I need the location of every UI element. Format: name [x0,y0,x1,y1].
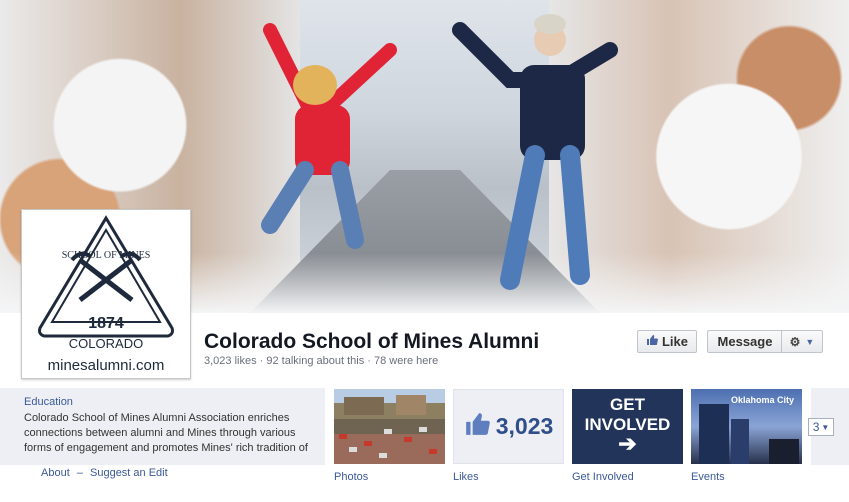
like-button[interactable]: Like [637,330,697,353]
more-apps-count: 3 [812,420,820,434]
likes-label[interactable]: Likes [453,471,479,483]
thumbs-up-icon [464,411,490,442]
message-button[interactable]: Message [707,330,782,353]
profile-picture[interactable]: SCHOOL OF MINES 1874 COLORADO minesalumn… [21,209,191,379]
photos-label[interactable]: Photos [334,471,368,483]
photos-thumbnail [334,389,445,458]
events-tile-title: Oklahoma City [730,395,794,405]
likes-count: 3,023 [495,413,554,439]
page-title[interactable]: Colorado School of Mines Alumni [204,330,539,354]
category-link[interactable]: Education [24,396,73,408]
about-description: Colorado School of Mines Alumni Associat… [24,412,308,454]
photos-tile[interactable] [334,389,445,464]
suggest-edit-link[interactable]: Suggest an Edit [90,467,168,479]
more-apps-button[interactable]: 3 ▼ [808,418,834,436]
page-stats: 3,023 likes · 92 talking about this · 78… [204,355,439,367]
events-tile[interactable]: Oklahoma City [691,389,802,464]
link-separator: – [76,467,83,479]
about-link[interactable]: About [41,467,70,479]
gear-icon: ⚙ [789,334,801,349]
caret-down-icon: ▼ [805,336,815,347]
settings-dropdown-button[interactable]: ⚙ ▼ [781,330,823,353]
mines-seal-logo: SCHOOL OF MINES 1874 COLORADO [38,215,174,351]
jumping-person-right [452,14,618,290]
get-involved-label[interactable]: Get Involved [572,471,634,483]
svg-text:SCHOOL OF MINES: SCHOOL OF MINES [62,250,151,261]
likes-tile[interactable]: 3,023 [453,389,564,464]
message-button-label: Message [717,334,773,349]
svg-text:COLORADO: COLORADO [69,336,143,351]
like-button-label: Like [661,334,688,349]
about-links: About – Suggest an Edit [41,467,172,479]
svg-text:1874: 1874 [88,315,124,332]
get-involved-tile[interactable]: GET INVOLVED ➔ [572,389,683,464]
get-involved-line1: GET [610,395,645,414]
thumbs-up-icon [646,334,658,349]
caret-down-icon: ▼ [821,422,830,432]
arrow-right-icon: ➔ [618,431,637,456]
profile-url-text: minesalumni.com [47,357,165,374]
events-label[interactable]: Events [691,471,725,483]
jumping-person-left [261,23,397,249]
